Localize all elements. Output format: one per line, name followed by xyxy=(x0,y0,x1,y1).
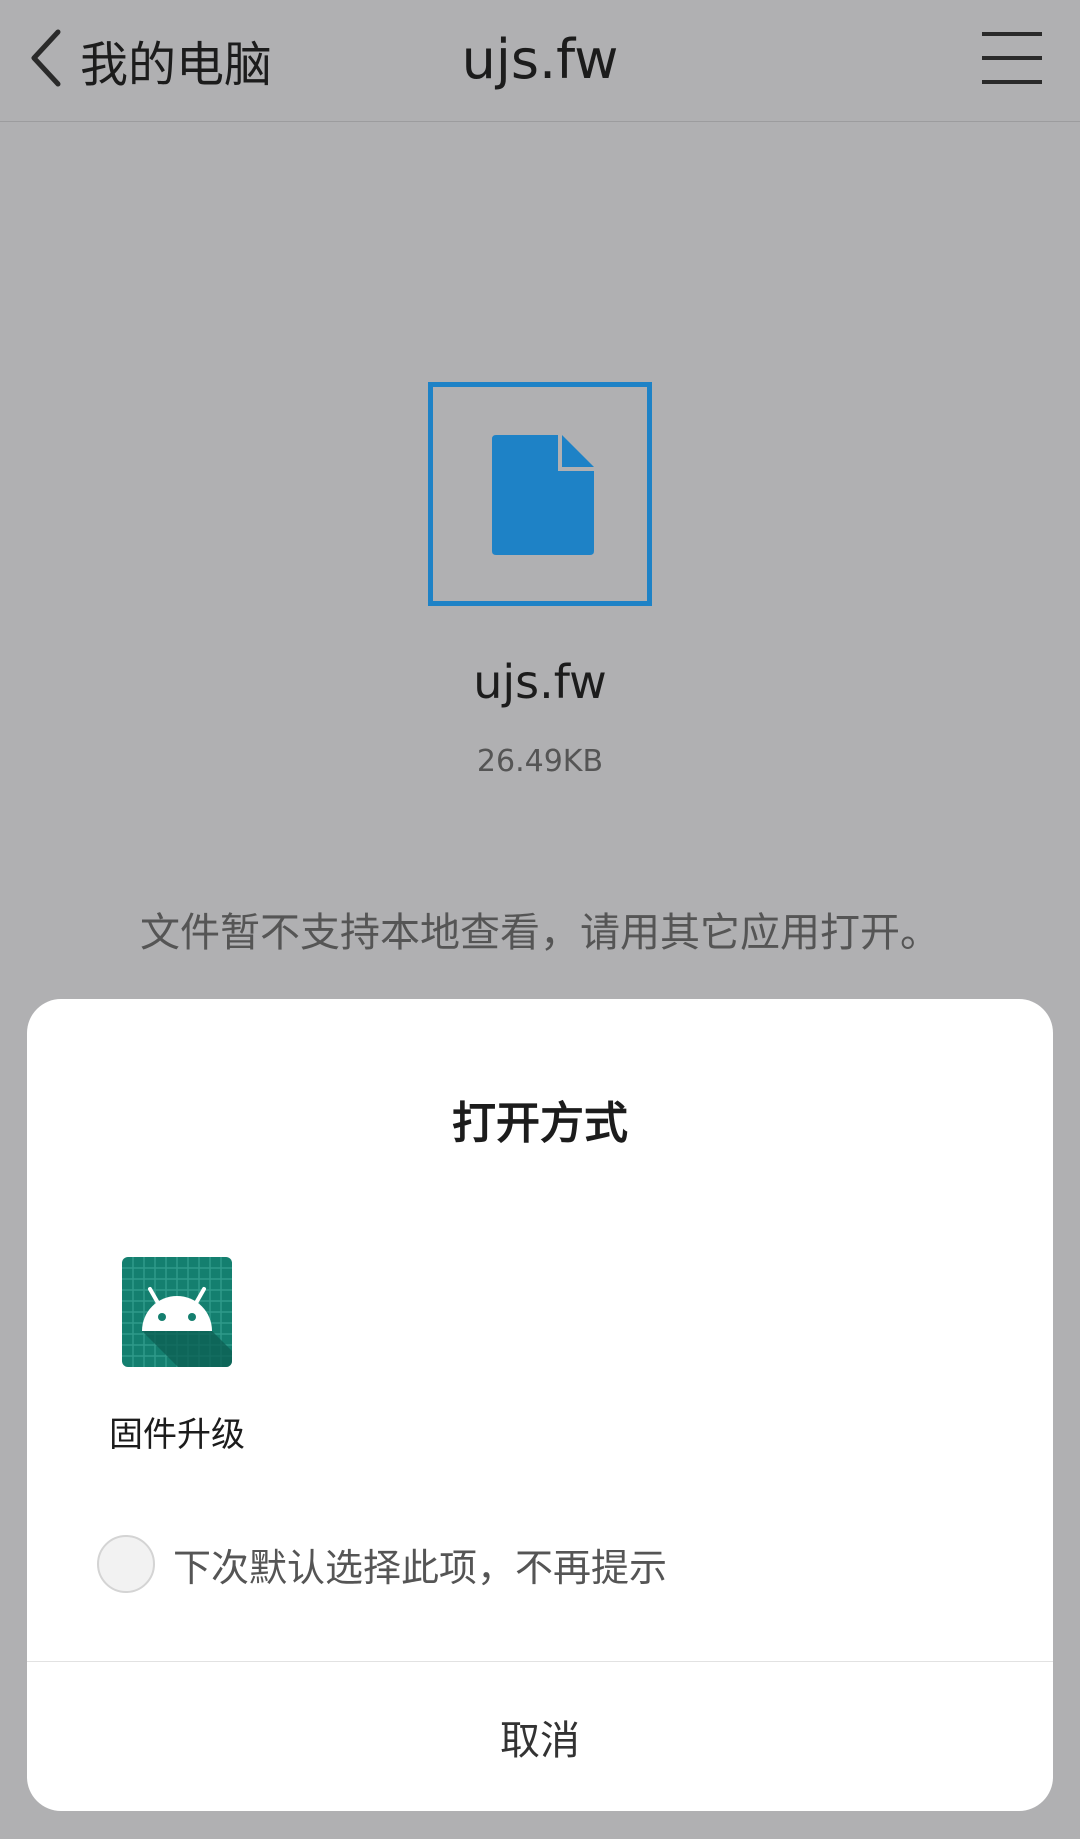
android-app-icon xyxy=(122,1257,232,1367)
unsupported-notice: 文件暂不支持本地查看，请用其它应用打开。 xyxy=(140,910,940,956)
default-choice-label: 下次默认选择此项，不再提示 xyxy=(173,1545,668,1590)
default-choice-radio[interactable] xyxy=(97,1535,155,1593)
default-choice-row[interactable]: 下次默认选择此项，不再提示 xyxy=(97,1533,667,1595)
hamburger-menu-icon xyxy=(980,32,1044,92)
file-document-icon xyxy=(492,435,594,555)
app-label: 固件升级 xyxy=(109,1415,245,1455)
open-with-dialog: 打开方式 固件升级 下次默认选择此项，不再提示 取消 xyxy=(27,999,1053,1811)
file-name: ujs.fw xyxy=(473,655,607,709)
cancel-button[interactable]: 取消 xyxy=(27,1662,1053,1811)
top-bar: 我的电脑 ujs.fw xyxy=(0,0,1080,122)
app-option-firmware-upgrade[interactable]: 固件升级 xyxy=(87,1257,267,1457)
menu-button[interactable] xyxy=(980,28,1044,88)
page-title: ujs.fw xyxy=(461,28,619,91)
dialog-title: 打开方式 xyxy=(452,1098,628,1149)
file-size: 26.49KB xyxy=(476,744,604,779)
file-preview xyxy=(428,382,652,606)
